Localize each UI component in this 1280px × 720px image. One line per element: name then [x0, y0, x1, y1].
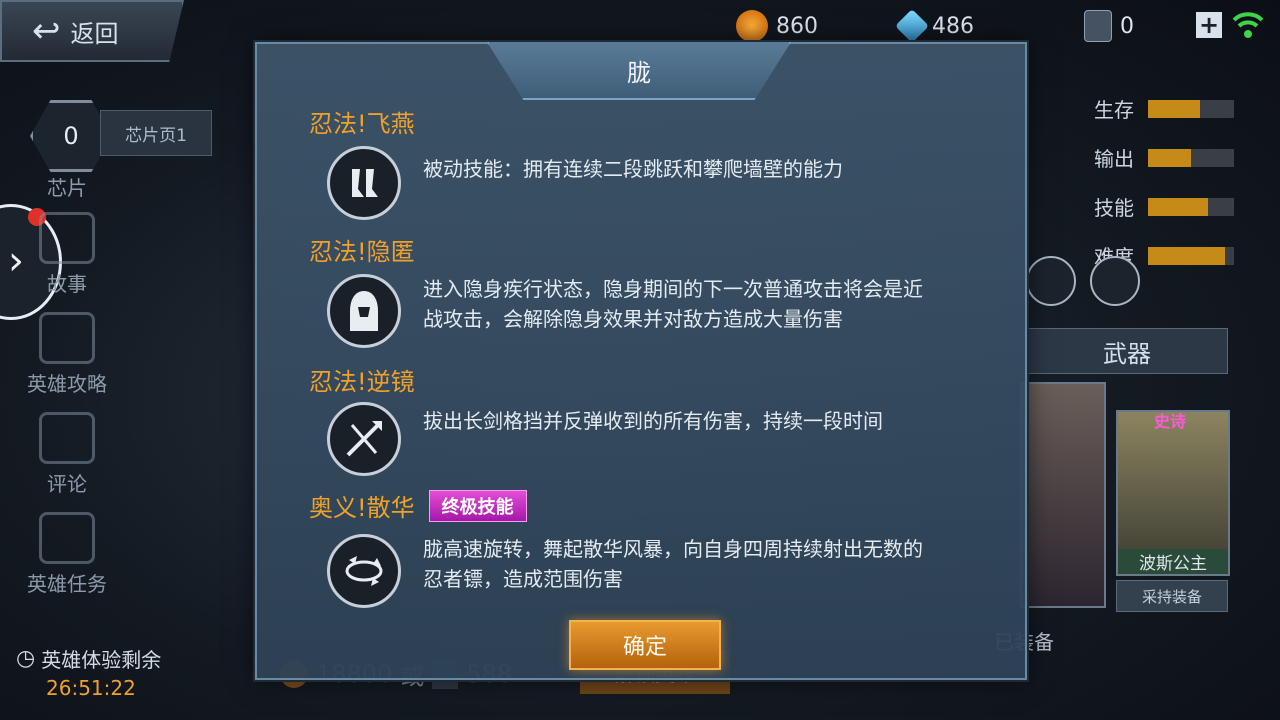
- stat-label: 生存: [1094, 98, 1134, 122]
- wifi-icon: [1232, 10, 1264, 40]
- skill-name-4: 奥义!散华: [309, 494, 415, 522]
- tab-weapon[interactable]: 武器: [1026, 328, 1228, 374]
- skill-name-2: 忍法!隐匿: [309, 238, 415, 266]
- skill-row-1: 被动技能：拥有连续二段跳跃和攀爬墙壁的能力: [327, 146, 983, 220]
- spinning-shuriken-icon[interactable]: [1090, 256, 1140, 306]
- skill-desc-line: 拔出长剑格挡并反弹收到的所有伤害，持续一段时间: [423, 409, 883, 433]
- skill-detail-dialog: 胧 忍法!飞燕 被动技能：拥有连续二段跳跃和攀爬墙壁的能力 忍法!隐匿 进入隐身…: [255, 42, 1027, 680]
- card-name: 波斯公主: [1118, 549, 1228, 574]
- hero-stats-panel: 生存 输出 技能 难度: [1094, 94, 1234, 270]
- stat-label: 技能: [1094, 196, 1134, 220]
- back-label: 返回: [70, 19, 119, 48]
- guide-icon: [39, 312, 95, 364]
- trial-remaining: ◷ 英雄体验剩余: [16, 644, 161, 673]
- stat-fill: [1148, 197, 1209, 216]
- stat-bar: [1148, 148, 1234, 167]
- skill-desc-line: 胧高速旋转，舞起散华风暴，向自身四周持续射出无数的: [423, 537, 923, 561]
- stat-fill: [1148, 148, 1191, 167]
- sidebar-item-chips[interactable]: 芯片: [12, 172, 122, 201]
- sidebar-item-comments[interactable]: 评论: [12, 412, 122, 497]
- diamond-icon: [895, 9, 929, 43]
- card-display: 0: [1084, 4, 1134, 48]
- back-arrow-icon: ↩: [32, 11, 61, 51]
- stat-bar: [1148, 197, 1234, 216]
- confirm-button[interactable]: 确定: [569, 620, 721, 670]
- chip-page-selector[interactable]: 芯片页1: [100, 110, 212, 156]
- card-amount: 0: [1120, 13, 1134, 39]
- skill-name-1: 忍法!飞燕: [309, 110, 415, 138]
- stat-skill: 技能: [1094, 192, 1234, 221]
- stat-label: 输出: [1094, 147, 1134, 171]
- skill-desc-line: 被动技能：拥有连续二段跳跃和攀爬墙壁的能力: [423, 157, 843, 181]
- chat-bubble-icon: [39, 412, 95, 464]
- skill-row-4: 胧高速旋转，舞起散华风暴，向自身四周持续射出无数的 忍者镖，造成范围伤害: [327, 534, 983, 608]
- sidebar-item-label: 评论: [47, 472, 87, 496]
- skill-desc-line: 进入隐身疾行状态，隐身期间的下一次普通攻击将会是近: [423, 277, 923, 301]
- stat-fill: [1148, 99, 1200, 118]
- skill-desc-line: 忍者镖，造成范围伤害: [423, 567, 623, 591]
- crossed-blades-icon[interactable]: [1026, 256, 1076, 306]
- skill-row-2: 进入隐身疾行状态，隐身期间的下一次普通攻击将会是近 战攻击，会解除隐身效果并对敌…: [327, 274, 983, 348]
- trial-timer: 26:51:22: [46, 676, 136, 700]
- crossed-blades-icon: [327, 402, 401, 476]
- hero-card-selected[interactable]: [1020, 382, 1106, 608]
- trial-label: 英雄体验剩余: [41, 648, 162, 672]
- ultimate-skill-badge: 终极技能: [428, 489, 527, 522]
- clock-icon: ◷: [16, 646, 36, 671]
- gold-amount: 860: [776, 13, 818, 39]
- book-icon: [39, 212, 95, 264]
- hooded-figure-icon: [327, 274, 401, 348]
- add-currency-button[interactable]: +: [1196, 12, 1222, 38]
- task-shield-icon: [39, 512, 95, 564]
- stat-bar: [1148, 99, 1234, 118]
- spinning-shuriken-icon: [327, 534, 401, 608]
- hero-card-icon: [1084, 10, 1112, 42]
- sidebar-item-label: 故事: [47, 272, 87, 296]
- sidebar-item-label: 英雄任务: [27, 572, 107, 596]
- back-button[interactable]: ↩ 返回: [0, 0, 184, 62]
- skill-desc-3: 拔出长剑格挡并反弹收到的所有伤害，持续一段时间: [423, 406, 983, 436]
- background-skill-icons: [1026, 256, 1140, 306]
- hero-card-persian-princess[interactable]: 史诗 波斯公主: [1116, 410, 1230, 576]
- skill-row-3: 拔出长剑格挡并反弹收到的所有伤害，持续一段时间: [327, 402, 983, 476]
- skill-name-3: 忍法!逆镜: [309, 368, 415, 396]
- dialog-title: 胧: [487, 42, 791, 100]
- skill-desc-1: 被动技能：拥有连续二段跳跃和攀爬墙壁的能力: [423, 154, 983, 184]
- sidebar-item-story[interactable]: 故事: [12, 212, 122, 297]
- equip-button[interactable]: 采持装备: [1116, 580, 1228, 612]
- stat-survival: 生存: [1094, 94, 1234, 123]
- stat-output: 输出: [1094, 143, 1234, 172]
- sidebar-item-guide[interactable]: 英雄攻略: [12, 312, 122, 397]
- gold-coin-icon: [736, 10, 768, 42]
- stat-fill: [1148, 246, 1226, 265]
- sidebar-item-hero-tasks[interactable]: 英雄任务: [12, 512, 122, 597]
- stat-bar: [1148, 246, 1234, 265]
- skill-desc-4: 胧高速旋转，舞起散华风暴，向自身四周持续射出无数的 忍者镖，造成范围伤害: [423, 534, 983, 594]
- leaping-feet-icon: [327, 146, 401, 220]
- epic-badge: 史诗: [1154, 412, 1187, 431]
- diamond-amount: 486: [932, 13, 974, 39]
- skill-desc-2: 进入隐身疾行状态，隐身期间的下一次普通攻击将会是近 战攻击，会解除隐身效果并对敌…: [423, 274, 983, 334]
- skill-desc-line: 战攻击，会解除隐身效果并对敌方造成大量伤害: [423, 307, 843, 331]
- sidebar-item-label: 英雄攻略: [27, 372, 107, 396]
- skill-name-4-row: 奥义!散华 终极技能: [309, 488, 527, 523]
